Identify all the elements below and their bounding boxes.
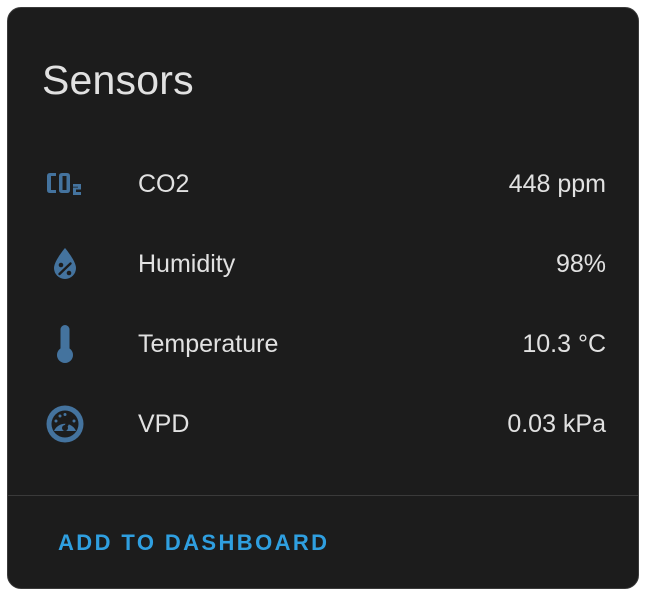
water-percent-icon — [44, 244, 86, 284]
sensor-value: 0.03 kPa — [507, 410, 606, 438]
sensor-value: 10.3 °C — [522, 330, 606, 358]
card-divider — [8, 495, 638, 496]
sensor-value: 98% — [555, 250, 606, 278]
sensor-list: CO2 448 ppm Humidity 98% Temperature 10.… — [8, 144, 638, 464]
sensor-row-humidity[interactable]: Humidity 98% — [8, 224, 638, 304]
sensor-label: Temperature — [138, 330, 279, 358]
gauge-icon — [44, 404, 86, 444]
sensor-value: 448 ppm — [508, 170, 606, 198]
co2-icon — [44, 164, 86, 204]
sensors-card: Sensors CO2 448 ppm Humidity 98% Tempera… — [7, 7, 639, 589]
add-to-dashboard-button[interactable]: ADD TO DASHBOARD — [46, 524, 341, 562]
sensor-label: VPD — [138, 410, 190, 438]
sensor-label: CO2 — [138, 170, 190, 198]
sensor-row-co2[interactable]: CO2 448 ppm — [8, 144, 638, 224]
thermometer-icon — [44, 324, 86, 364]
sensor-row-vpd[interactable]: VPD 0.03 kPa — [8, 384, 638, 464]
card-title: Sensors — [42, 57, 194, 103]
sensor-row-temperature[interactable]: Temperature 10.3 °C — [8, 304, 638, 384]
sensor-label: Humidity — [138, 250, 236, 278]
